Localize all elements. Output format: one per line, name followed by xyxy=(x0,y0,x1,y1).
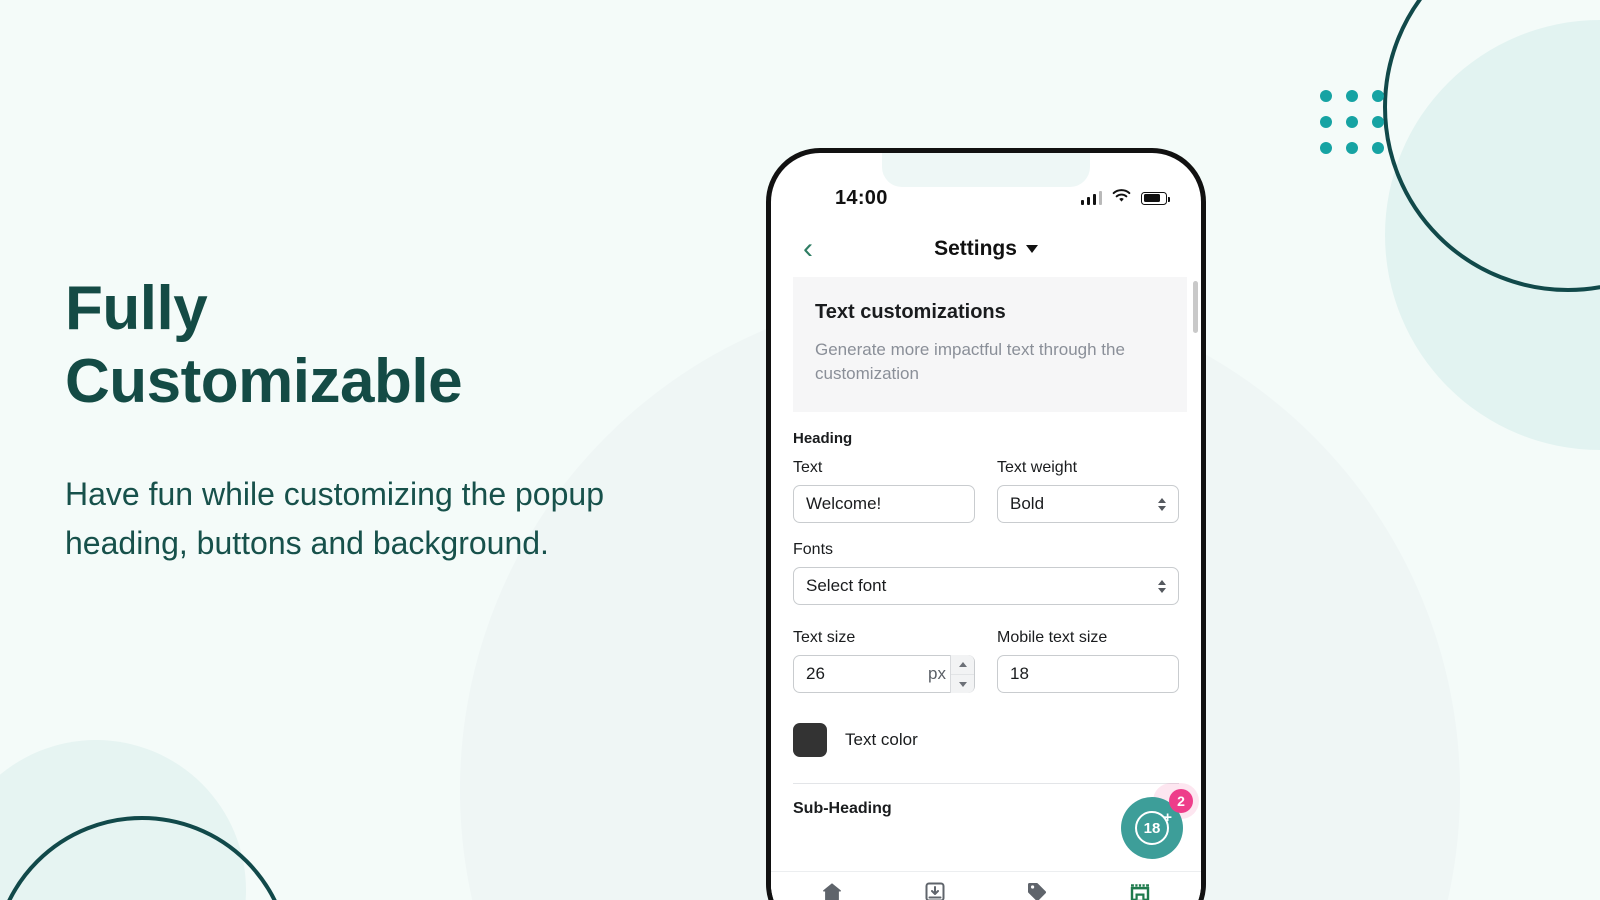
text-size-unit: px xyxy=(928,664,946,684)
decorative-circle-top-right-fill xyxy=(1385,20,1600,450)
heading-settings-form: Heading Text Welcome! Text weight Bold F… xyxy=(771,412,1201,818)
text-field-group: Text Welcome! xyxy=(793,459,975,524)
fonts-select[interactable]: Select font xyxy=(793,567,1179,606)
mobile-text-size-input[interactable]: 18 xyxy=(997,655,1179,694)
text-size-field-group: Text size 26 px xyxy=(793,629,975,694)
home-icon xyxy=(820,880,844,900)
mobile-text-size-label: Mobile text size xyxy=(997,629,1108,647)
text-field-label: Text xyxy=(793,459,823,477)
banner-title: Text customizations xyxy=(815,301,1006,323)
header-title: Settings xyxy=(934,237,1017,260)
fonts-field-group: Fonts Select font xyxy=(793,541,1179,606)
app-header: ‹ Settings xyxy=(771,221,1201,277)
age-plus-sign: + xyxy=(1163,809,1172,826)
nav-item-orders[interactable]: Orders xyxy=(892,880,978,900)
text-size-label: Text size xyxy=(793,629,856,647)
decorative-circle-top-right-outline xyxy=(1383,0,1600,292)
decorative-circle-bottom-left-outline xyxy=(0,816,292,900)
scrollbar-thumb[interactable] xyxy=(1193,281,1198,333)
back-chevron-icon[interactable]: ‹ xyxy=(793,234,823,264)
text-color-label: Text color xyxy=(845,730,918,750)
header-title-group: Settings xyxy=(771,237,1201,261)
age-ring: 18 + xyxy=(1135,809,1172,845)
product-tag-icon xyxy=(1025,880,1049,900)
status-time: 14:00 xyxy=(835,186,888,209)
marketing-subcopy: Have fun while customizing the popup hea… xyxy=(65,476,604,561)
nav-item-products[interactable]: Products xyxy=(994,880,1080,900)
phone-mockup: 14:00 ‹ Settings Text customizations Gen… xyxy=(766,148,1206,900)
text-color-row[interactable]: Text color xyxy=(793,723,1179,758)
text-weight-value: Bold xyxy=(1010,494,1045,514)
cellular-signal-icon xyxy=(1080,191,1102,205)
text-color-swatch[interactable] xyxy=(793,723,827,758)
fonts-label: Fonts xyxy=(793,541,834,559)
notification-badge[interactable]: 2 xyxy=(1169,789,1193,813)
decorative-circle-bottom-left-fill xyxy=(0,740,246,900)
banner-subtitle: Generate more impactful text through the… xyxy=(815,340,1125,384)
nav-item-home[interactable]: Home xyxy=(789,880,875,900)
text-input[interactable]: Welcome! xyxy=(793,485,975,524)
page-title: Fully Customizable xyxy=(65,272,705,418)
text-size-value: 26 xyxy=(806,664,825,684)
fonts-value: Select font xyxy=(806,576,887,596)
text-size-input[interactable]: 26 px xyxy=(793,655,975,694)
stepper-decrement-button[interactable] xyxy=(951,674,974,694)
battery-icon xyxy=(1141,191,1170,205)
text-weight-select[interactable]: Bold xyxy=(997,485,1179,524)
bottom-navigation: Home Orders Products xyxy=(771,871,1201,900)
section-divider xyxy=(793,783,1179,785)
age-value: 18 xyxy=(1143,819,1161,837)
text-input-value: Welcome! xyxy=(806,494,882,514)
heading-group-label: Heading xyxy=(793,430,853,448)
mobile-text-size-value: 18 xyxy=(1010,664,1029,684)
orders-inbox-icon xyxy=(923,880,947,900)
select-stepper-arrows-icon xyxy=(1158,579,1166,593)
promo-screenshot: Fully Customizable Have fun while custom… xyxy=(0,0,1600,900)
select-stepper-arrows-icon xyxy=(1158,497,1166,511)
text-customizations-banner: Text customizations Generate more impact… xyxy=(793,277,1187,413)
mobile-text-size-field-group: Mobile text size 18 xyxy=(997,629,1179,694)
marketing-copy: Fully Customizable Have fun while custom… xyxy=(65,272,705,568)
sub-heading-group-label: Sub-Heading xyxy=(793,800,892,818)
wifi-icon xyxy=(1112,188,1131,208)
stepper-increment-button[interactable] xyxy=(951,655,974,675)
settings-scroll-area[interactable]: Text customizations Generate more impact… xyxy=(771,277,1201,889)
headline-line-1: Fully xyxy=(65,274,208,343)
text-and-weight-row: Text Welcome! Text weight Bold xyxy=(793,459,1179,524)
decorative-dot-grid-icon xyxy=(1320,90,1384,154)
nav-item-store[interactable]: Store xyxy=(1097,880,1183,900)
text-size-stepper[interactable] xyxy=(950,655,974,694)
storefront-icon xyxy=(1128,880,1152,900)
chevron-down-icon[interactable] xyxy=(1025,245,1038,253)
text-weight-label: Text weight xyxy=(997,459,1078,477)
text-size-row: Text size 26 px Mobile text size 18 xyxy=(793,629,1179,694)
status-bar: 14:00 xyxy=(771,153,1201,221)
headline-line-2: Customizable xyxy=(65,347,463,417)
status-icons xyxy=(1080,188,1170,208)
text-weight-field-group: Text weight Bold xyxy=(997,459,1179,524)
